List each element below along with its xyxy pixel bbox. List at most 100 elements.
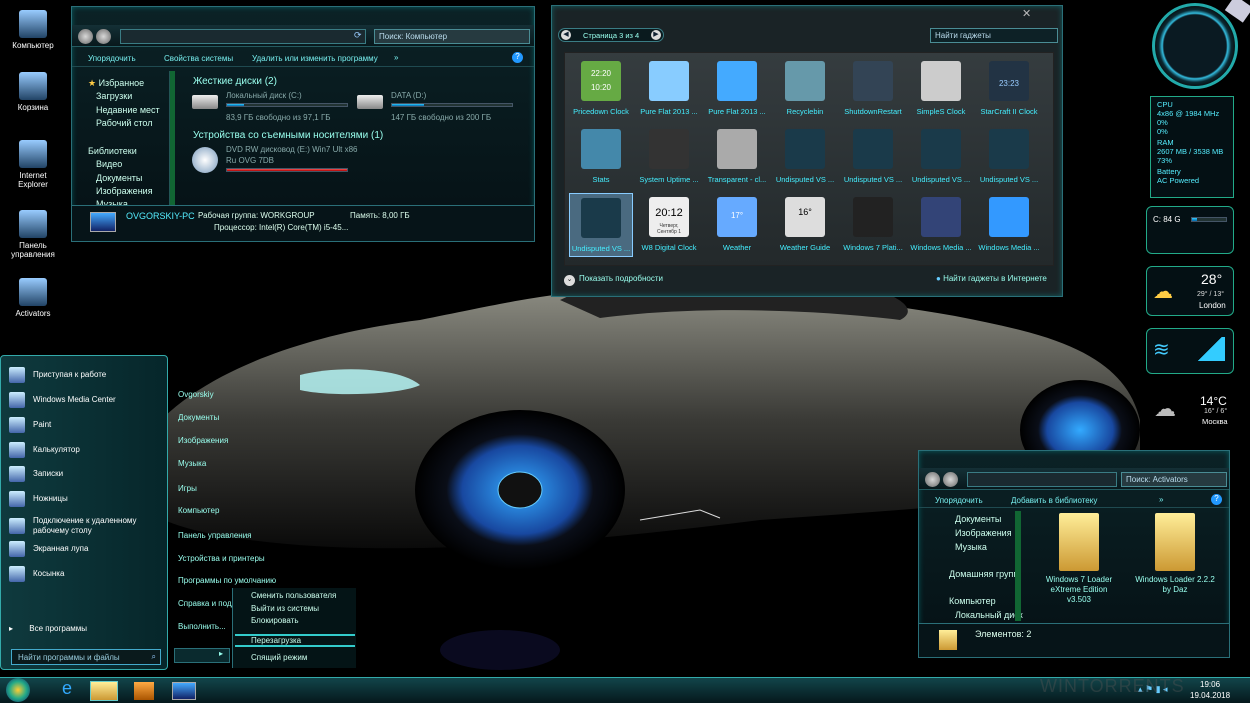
start-right-item[interactable]: Панель управления bbox=[178, 531, 252, 540]
gadget-item[interactable]: 23:23 StarCraft II Clock bbox=[977, 57, 1041, 121]
refresh-icon[interactable]: ⟳ bbox=[354, 30, 362, 41]
nav-documents[interactable]: Документы bbox=[955, 514, 1001, 524]
help-icon[interactable]: ? bbox=[512, 52, 523, 63]
clock-date[interactable]: 19.04.2018 bbox=[1190, 691, 1230, 700]
gadget-item[interactable]: Transparent - cl... bbox=[705, 125, 769, 189]
start-right-item[interactable]: Компьютер bbox=[178, 506, 219, 515]
drive-c[interactable]: Локальный диск (C:) 83,9 ГБ свободно из … bbox=[192, 91, 352, 127]
search-input[interactable]: Поиск: Компьютер bbox=[374, 29, 530, 44]
address-field[interactable] bbox=[120, 29, 366, 44]
nav-images[interactable]: Изображения bbox=[96, 186, 153, 196]
more-commands-button[interactable]: » bbox=[1159, 495, 1163, 504]
find-online-link[interactable]: ● Найти гаджеты в Интернете bbox=[936, 274, 1047, 283]
desktop-icon-activators[interactable]: Activators bbox=[6, 278, 60, 318]
nav-images[interactable]: Изображения bbox=[955, 528, 1012, 538]
more-commands-button[interactable]: » bbox=[394, 53, 398, 62]
power-menu-item[interactable]: Блокировать bbox=[251, 616, 299, 625]
gadget-item[interactable]: Undisputed VS ... bbox=[909, 125, 973, 189]
back-button[interactable] bbox=[925, 472, 940, 487]
gadget-item[interactable]: Stats bbox=[569, 125, 633, 189]
gadget-item[interactable]: Windows 7 Plati... bbox=[841, 193, 905, 257]
folder-item[interactable]: Windows Loader 2.2.2 by Daz bbox=[1135, 513, 1215, 595]
power-menu-item[interactable]: Выйти из системы bbox=[251, 604, 319, 613]
close-icon[interactable]: ✕ bbox=[1022, 7, 1031, 20]
nav-downloads[interactable]: Загрузки bbox=[96, 91, 132, 101]
nav-local-disk[interactable]: Локальный диск bbox=[955, 610, 1023, 620]
nav-desktop[interactable]: Рабочий стол bbox=[96, 118, 153, 128]
organize-button[interactable]: Упорядочить bbox=[88, 54, 136, 63]
help-icon[interactable]: ? bbox=[1211, 494, 1222, 505]
gadget-item[interactable]: System Uptime ... bbox=[637, 125, 701, 189]
nav-scrollbar[interactable] bbox=[169, 71, 175, 207]
prev-page-button[interactable]: ◀ bbox=[561, 30, 571, 40]
address-field[interactable] bbox=[967, 472, 1117, 487]
desktop-icon-ie[interactable]: Internet Explorer bbox=[6, 140, 60, 189]
start-right-item[interactable]: Устройства и принтеры bbox=[178, 554, 265, 563]
gadget-item[interactable]: ShutdownRestart bbox=[841, 57, 905, 121]
desktop-icon-recycle-bin[interactable]: Корзина bbox=[6, 72, 60, 112]
taskbar-computer-icon[interactable] bbox=[172, 682, 196, 700]
gadget-item[interactable]: 16° Weather Guide bbox=[773, 193, 837, 257]
start-right-item[interactable]: Программы по умолчанию bbox=[178, 576, 276, 585]
taskbar-explorer-icon[interactable] bbox=[90, 681, 118, 701]
start-search-input[interactable]: Найти программы и файлы ⌕ bbox=[11, 649, 161, 665]
dvd-drive[interactable]: DVD RW дисковод (E:) Win7 Ult x86 Ru OVG… bbox=[192, 145, 357, 181]
start-item[interactable]: Экранная лупа bbox=[9, 538, 88, 560]
forward-button[interactable] bbox=[96, 29, 111, 44]
power-menu-item[interactable]: Перезагрузка bbox=[235, 634, 355, 647]
system-properties-button[interactable]: Свойства системы bbox=[164, 54, 233, 63]
gadget-item[interactable]: 20:12 Четверг, Сентябр 1 W8 Digital Clock bbox=[637, 193, 701, 257]
drive-d[interactable]: DATA (D:) 147 ГБ свободно из 200 ГБ bbox=[357, 91, 517, 127]
organize-button[interactable]: Упорядочить bbox=[935, 496, 983, 505]
start-right-item[interactable]: Ovgorskiy bbox=[178, 390, 214, 399]
gadget-item[interactable]: Undisputed VS ... bbox=[773, 125, 837, 189]
taskbar-ie-icon[interactable]: e bbox=[52, 678, 82, 702]
all-programs-button[interactable]: ▸ Все программы bbox=[9, 624, 87, 633]
nav-documents[interactable]: Документы bbox=[96, 173, 142, 183]
gadget-item[interactable]: 22:20 10:20 Pricedown Clock bbox=[569, 57, 633, 121]
nav-scrollbar[interactable] bbox=[1015, 511, 1021, 621]
forward-button[interactable] bbox=[943, 472, 958, 487]
gadget-search-input[interactable]: Найти гаджеты bbox=[930, 28, 1058, 43]
nav-music[interactable]: Музыка bbox=[955, 542, 987, 552]
nav-favorites[interactable]: ★ Избранное bbox=[88, 78, 144, 89]
power-menu-item[interactable]: Спящий режим bbox=[251, 653, 307, 662]
gadget-item[interactable]: Undisputed VS ... bbox=[841, 125, 905, 189]
nav-computer[interactable]: Компьютер bbox=[949, 596, 996, 606]
desktop-icon-control-panel[interactable]: Панель управления bbox=[6, 210, 60, 259]
start-item[interactable]: Записки bbox=[9, 463, 63, 485]
start-button[interactable] bbox=[6, 678, 30, 702]
start-item[interactable]: Приступая к работе bbox=[9, 364, 106, 386]
nav-homegroup[interactable]: Домашняя групп bbox=[949, 569, 1018, 579]
start-right-item[interactable]: Музыка bbox=[178, 459, 206, 468]
clock-time[interactable]: 19:06 bbox=[1200, 680, 1220, 689]
gadget-item[interactable]: SimpleS Clock bbox=[909, 57, 973, 121]
start-item[interactable]: Ножницы bbox=[9, 488, 68, 510]
start-right-item[interactable]: Выполнить... bbox=[178, 622, 226, 631]
start-item[interactable]: Калькулятор bbox=[9, 439, 80, 461]
start-right-item[interactable]: Справка и подд bbox=[178, 599, 236, 608]
search-input[interactable]: Поиск: Activators bbox=[1121, 472, 1227, 487]
next-page-button[interactable]: ▶ bbox=[651, 30, 661, 40]
start-item[interactable]: Windows Media Center bbox=[9, 389, 116, 411]
nav-video[interactable]: Видео bbox=[96, 159, 122, 169]
clock-gadget[interactable] bbox=[1152, 3, 1238, 89]
taskbar-media-player-icon[interactable] bbox=[134, 682, 154, 700]
start-right-item[interactable]: Документы bbox=[178, 413, 219, 422]
back-button[interactable] bbox=[78, 29, 93, 44]
show-details-button[interactable]: ⌄ Показать подробности bbox=[564, 274, 663, 286]
start-item[interactable]: Paint bbox=[9, 414, 51, 436]
gadget-item[interactable]: Pure Flat 2013 ... bbox=[637, 57, 701, 121]
nav-recent[interactable]: Недавние мест bbox=[96, 105, 160, 115]
start-right-item[interactable]: Изображения bbox=[178, 436, 228, 445]
gadget-item[interactable]: Windows Media ... bbox=[909, 193, 973, 257]
gadget-item[interactable]: Pure Flat 2013 ... bbox=[705, 57, 769, 121]
start-item[interactable]: Косынка bbox=[9, 563, 64, 585]
start-item[interactable]: Подключение к удаленному рабочему столу bbox=[9, 511, 143, 541]
gadget-item[interactable]: Undisputed VS ... bbox=[569, 193, 633, 257]
folder-item[interactable]: Windows 7 Loader eXtreme Edition v3.503 bbox=[1039, 513, 1119, 605]
desktop-icon-computer[interactable]: Компьютер bbox=[6, 10, 60, 50]
nav-libraries[interactable]: Библиотеки bbox=[88, 146, 137, 156]
gadget-item[interactable]: Undisputed VS ... bbox=[977, 125, 1041, 189]
start-right-item[interactable]: Игры bbox=[178, 484, 197, 493]
